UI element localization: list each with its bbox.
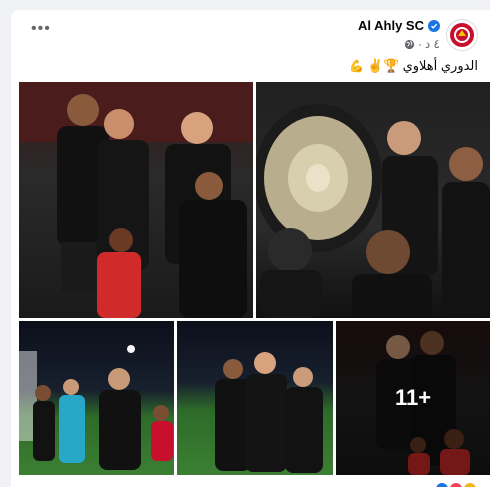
photo-1-illustration: [19, 82, 253, 318]
al-ahly-logo-icon: [450, 23, 474, 47]
post-photo-1[interactable]: [19, 82, 253, 318]
caption-text: الدوري أهلاوي: [402, 58, 478, 73]
post-photo-3[interactable]: [19, 321, 174, 475]
flexed-arms-icon: 💪: [349, 59, 365, 73]
more-photos-overlay[interactable]: 11+: [336, 321, 490, 475]
post-caption: الدوري أهلاوي 🏆✌️ 💪: [349, 58, 478, 74]
more-photos-count[interactable]: 11+: [395, 385, 431, 411]
post-time[interactable]: ٤ د: [425, 37, 440, 51]
post-meta: ٤ د ·: [404, 37, 440, 51]
page-avatar[interactable]: [446, 19, 478, 51]
globe-icon: [404, 39, 414, 49]
love-reaction-icon: [450, 483, 462, 487]
verified-badge-icon: [428, 19, 440, 32]
photo-3-illustration: [19, 345, 173, 470]
post-card: Al Ahly SC ٤ د · ••• الدوري أهلاوي 🏆✌️ 💪: [11, 10, 490, 487]
post-photo-4[interactable]: [177, 321, 333, 475]
reaction-icons[interactable]: [436, 483, 476, 487]
page-name-row[interactable]: Al Ahly SC: [358, 18, 440, 33]
photo-4-illustration: [215, 352, 323, 473]
photo-2-illustration: [256, 104, 490, 318]
wow-reaction-icon: [464, 483, 476, 487]
dot-separator: ·: [417, 37, 422, 51]
post-photo-2[interactable]: [256, 82, 490, 318]
caption-emojis: 🏆✌️: [367, 58, 400, 73]
post-photo-5[interactable]: 11+: [336, 321, 490, 475]
more-options-icon[interactable]: •••: [31, 21, 51, 37]
like-reaction-icon: [436, 483, 448, 487]
page-name[interactable]: Al Ahly SC: [358, 18, 424, 33]
